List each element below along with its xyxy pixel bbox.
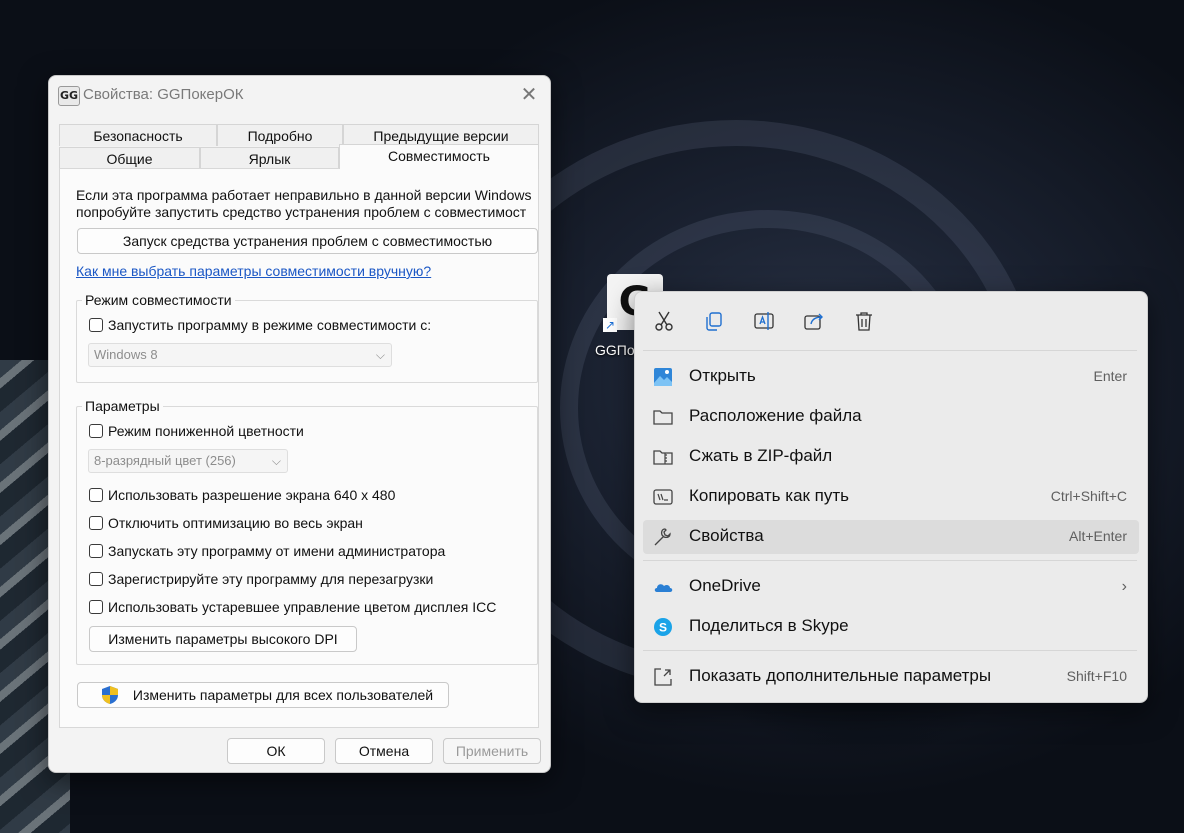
svg-text:S: S (659, 621, 667, 635)
tab-details[interactable]: Подробно (217, 124, 343, 146)
menu-separator (643, 560, 1137, 561)
manual-settings-link[interactable]: Как мне выбрать параметры совместимости … (76, 263, 431, 279)
zip-folder-icon (653, 450, 673, 465)
dialog-titlebar[interactable]: GG Свойства: GGПокерОК ✕ (49, 76, 550, 114)
option-checkbox[interactable] (89, 600, 103, 614)
option-checkbox[interactable] (89, 516, 103, 530)
onedrive-icon (654, 584, 673, 592)
intro-text-line2: попробуйте запустить средство устранения… (76, 204, 527, 220)
copy-icon[interactable] (703, 310, 725, 332)
chevron-right-icon: › (1121, 578, 1127, 595)
cut-icon[interactable] (653, 310, 675, 332)
folder-icon (653, 410, 673, 425)
rename-icon[interactable] (753, 310, 775, 332)
option-checkbox[interactable] (89, 572, 103, 586)
apply-button[interactable]: Применить (443, 738, 541, 764)
menu-item-label: Показать дополнительные параметры (689, 666, 992, 685)
menu-item-label: Открыть (689, 366, 756, 385)
compat-mode-group (76, 300, 538, 383)
option-label-admin: Запускать эту программу от имени админис… (108, 543, 446, 559)
option-checkbox[interactable] (89, 488, 103, 502)
ok-button[interactable]: ОК (227, 738, 325, 764)
dialog-title: Свойства: GGПокерОК (83, 86, 244, 103)
image-icon (654, 368, 672, 386)
compat-mode-select[interactable]: Windows 8 ⌵ (88, 343, 392, 367)
copy-path-icon (653, 489, 673, 505)
menu-item-shortcut: Enter (1093, 368, 1127, 384)
wrench-icon (654, 528, 671, 546)
menu-item-file-location[interactable]: Расположение файла (643, 400, 1139, 434)
menu-item-label: OneDrive (689, 576, 761, 595)
tab-previous-versions[interactable]: Предыдущие версии (343, 124, 539, 146)
menu-item-label: Расположение файла (689, 406, 862, 425)
tab-security[interactable]: Безопасность (59, 124, 217, 146)
compat-mode-checkbox-label: Запустить программу в режиме совместимос… (108, 317, 432, 333)
desktop-shortcut-label: GGПо (595, 342, 635, 358)
reduced-color-checkbox[interactable] (89, 424, 103, 438)
delete-icon[interactable] (853, 310, 875, 332)
menu-item-label: Свойства (689, 526, 764, 545)
all-users-settings-button[interactable]: Изменить параметры для всех пользователе… (77, 682, 449, 708)
option-checkbox[interactable] (89, 544, 103, 558)
option-label-640x480: Использовать разрешение экрана 640 x 480 (108, 487, 396, 503)
menu-item-label: Сжать в ZIP-файл (689, 446, 833, 465)
skype-icon: S (654, 618, 672, 636)
uac-shield-icon (102, 686, 118, 704)
compat-mode-checkbox[interactable] (89, 318, 103, 332)
chevron-down-icon: ⌵ (375, 348, 385, 362)
menu-item-copy-path[interactable]: Копировать как путь Ctrl+Shift+C (643, 480, 1139, 514)
compat-mode-select-value: Windows 8 (94, 347, 158, 362)
menu-item-shortcut: Alt+Enter (1069, 528, 1127, 544)
close-icon[interactable]: ✕ (516, 82, 542, 108)
ggpokerok-title-icon: GG (58, 86, 80, 106)
share-icon[interactable] (803, 310, 825, 332)
shortcut-arrow-icon: ↗ (603, 318, 617, 332)
all-users-button-label: Изменить параметры для всех пользователе… (132, 687, 434, 703)
context-menu: Открыть Enter Расположение файла Сжать в… (634, 291, 1148, 703)
tab-compatibility[interactable]: Совместимость (339, 144, 539, 169)
high-dpi-settings-button[interactable]: Изменить параметры высокого DPI (89, 626, 357, 652)
color-depth-select-value: 8-разрядный цвет (256) (94, 453, 236, 468)
option-label-icc: Использовать устаревшее управление цвето… (108, 599, 497, 615)
intro-text-line1: Если эта программа работает неправильно … (76, 187, 532, 203)
menu-item-properties[interactable]: Свойства Alt+Enter (643, 520, 1139, 554)
option-label-restart: Зарегистрируйте эту программу для переза… (108, 571, 434, 587)
menu-item-shortcut: Shift+F10 (1066, 668, 1127, 684)
menu-item-more-options[interactable]: Показать дополнительные параметры Shift+… (643, 660, 1139, 694)
menu-item-onedrive[interactable]: OneDrive › (643, 570, 1139, 604)
settings-legend: Параметры (82, 398, 163, 414)
cancel-button[interactable]: Отмена (335, 738, 433, 764)
more-options-icon (654, 668, 672, 686)
menu-item-skype[interactable]: S Поделиться в Skype (643, 610, 1139, 644)
compat-mode-legend: Режим совместимости (82, 292, 235, 308)
tab-shortcut[interactable]: Ярлык (200, 147, 339, 169)
menu-item-open[interactable]: Открыть Enter (643, 360, 1139, 394)
color-depth-select[interactable]: 8-разрядный цвет (256) ⌵ (88, 449, 288, 473)
menu-item-label: Поделиться в Skype (689, 616, 849, 635)
menu-separator (643, 350, 1137, 351)
menu-separator (643, 650, 1137, 651)
menu-item-label: Копировать как путь (689, 486, 850, 505)
run-troubleshooter-button[interactable]: Запуск средства устранения проблем с сов… (77, 228, 538, 254)
menu-item-zip[interactable]: Сжать в ZIP-файл (643, 440, 1139, 474)
tab-general[interactable]: Общие (59, 147, 200, 169)
chevron-down-icon: ⌵ (271, 454, 281, 468)
reduced-color-label: Режим пониженной цветности (108, 423, 304, 439)
option-label-fullscreen: Отключить оптимизацию во весь экран (108, 515, 363, 531)
menu-item-shortcut: Ctrl+Shift+C (1050, 488, 1127, 504)
properties-dialog: GG Свойства: GGПокерОК ✕ Безопасность По… (48, 75, 551, 773)
